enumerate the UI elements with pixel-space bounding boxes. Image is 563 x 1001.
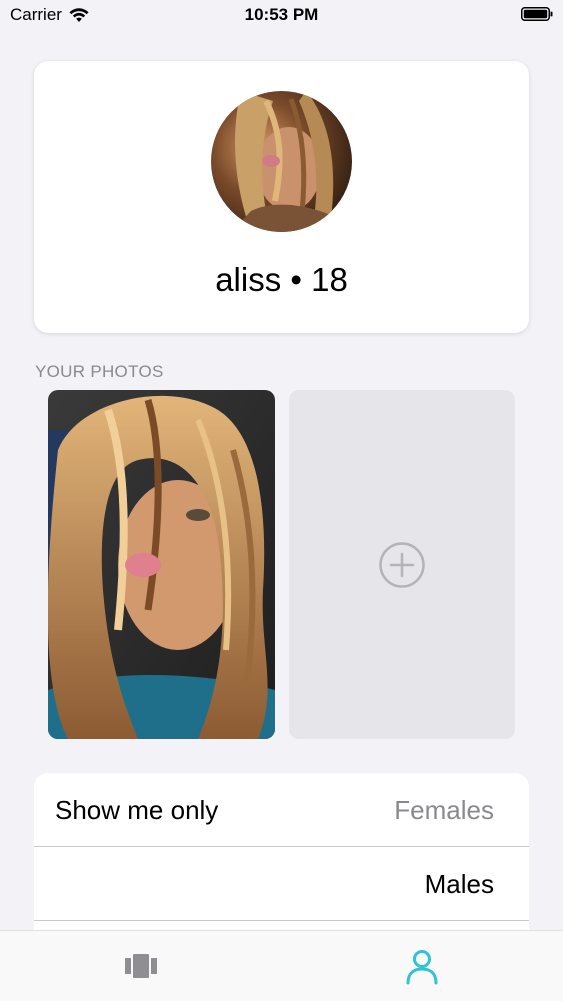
user-photo <box>48 390 275 739</box>
profile-name-age: aliss • 18 <box>215 261 348 298</box>
avatar[interactable] <box>211 91 352 232</box>
pref-option-females[interactable]: Females <box>394 795 494 826</box>
cards-icon <box>124 954 157 978</box>
tab-bar <box>0 930 563 1001</box>
add-photo-tile[interactable] <box>289 390 515 739</box>
tab-cards[interactable] <box>0 931 281 1001</box>
pref-row-males[interactable]: Males <box>34 847 529 921</box>
battery-icon <box>521 7 553 21</box>
status-bar: Carrier 10:53 PM <box>0 0 563 30</box>
photo-tile[interactable] <box>48 390 275 739</box>
section-header-photos: YOUR PHOTOS <box>35 362 164 381</box>
clock: 10:53 PM <box>244 5 319 24</box>
avatar-photo <box>211 91 352 232</box>
tab-profile[interactable] <box>281 931 562 1001</box>
preferences-card: Show me only Females Males <box>34 773 529 953</box>
pref-row-females[interactable]: Show me only Females <box>34 773 529 847</box>
profile-card[interactable]: aliss • 18 <box>34 61 529 333</box>
profile-icon <box>406 950 437 985</box>
pref-option-males[interactable]: Males <box>425 869 494 900</box>
plus-circle-icon <box>379 541 425 588</box>
pref-label: Show me only <box>55 795 219 825</box>
